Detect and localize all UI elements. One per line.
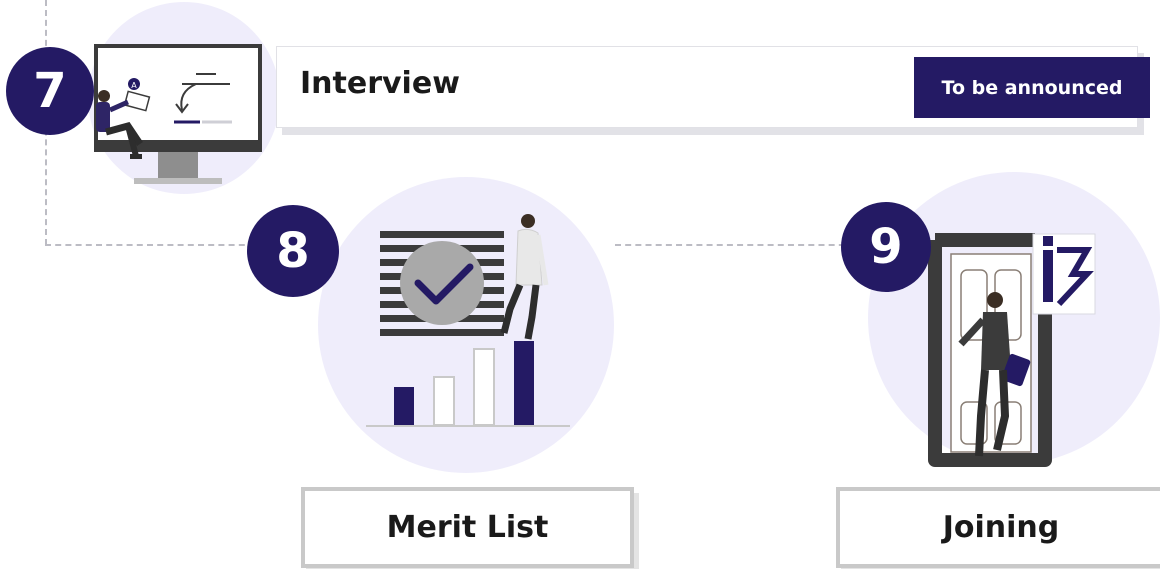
timeline-connector-middle bbox=[615, 244, 855, 246]
step-7-title: Interview bbox=[300, 66, 460, 101]
step-9-number-badge: 9 bbox=[841, 202, 931, 292]
joining-illustration bbox=[928, 233, 1096, 467]
merit-list-illustration bbox=[366, 214, 570, 427]
to-be-announced-badge[interactable]: To be announced bbox=[914, 57, 1150, 118]
svg-text:A: A bbox=[131, 81, 137, 90]
step-9-card: Joining bbox=[836, 487, 1160, 568]
step-9-title: Joining bbox=[942, 510, 1060, 545]
step-8-card: Merit List bbox=[301, 487, 634, 568]
step-8-title: Merit List bbox=[386, 510, 549, 545]
interview-illustration: A bbox=[94, 44, 262, 184]
step-7-number-badge: 7 bbox=[6, 47, 94, 135]
step-8-number-badge: 8 bbox=[247, 205, 339, 297]
timeline-connector-left bbox=[45, 244, 255, 246]
